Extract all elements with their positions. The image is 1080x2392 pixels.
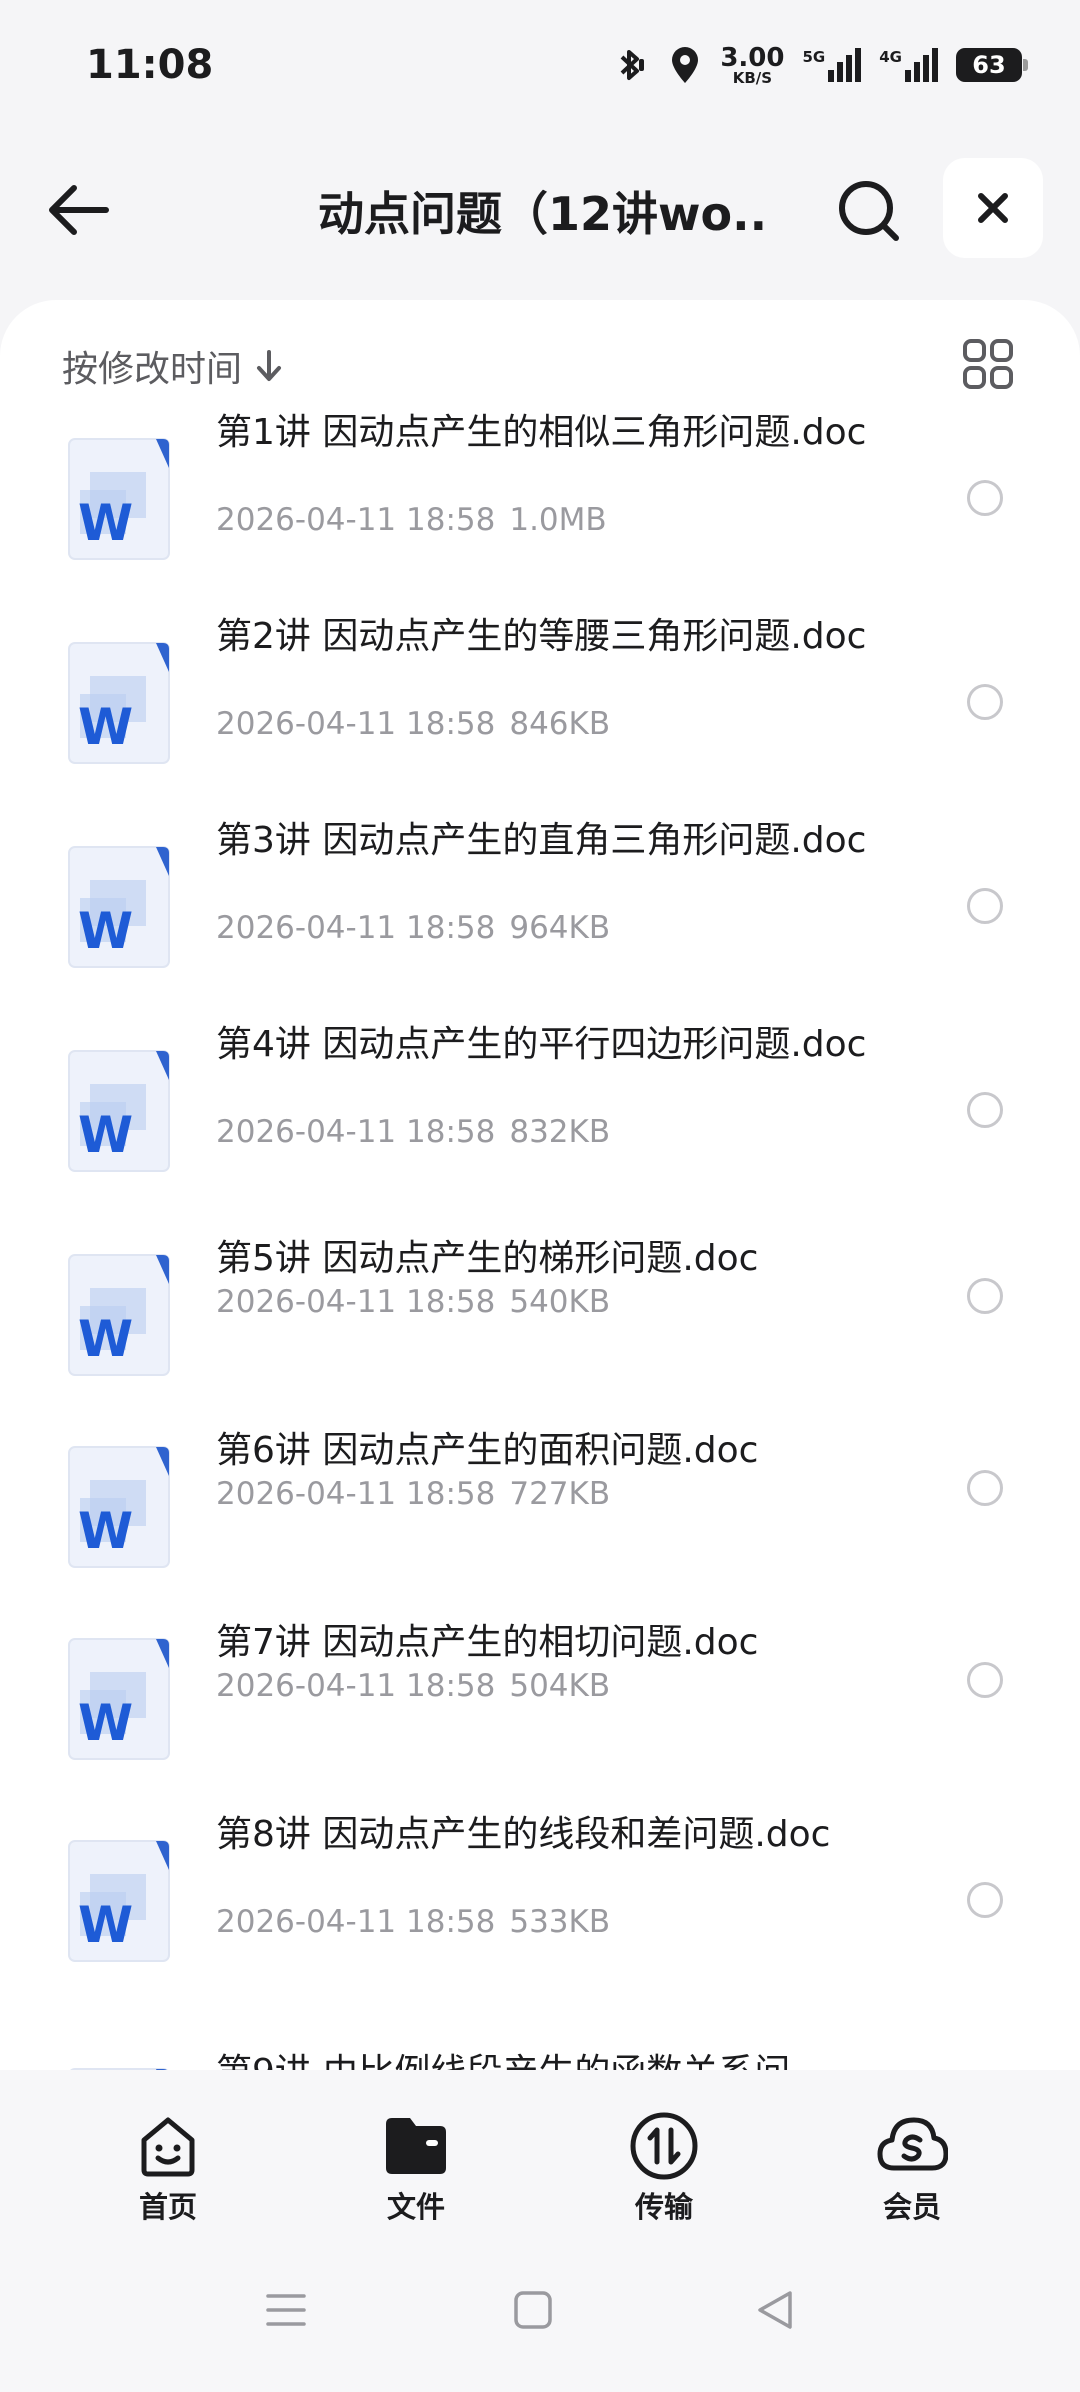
battery-indicator: 63 — [956, 48, 1028, 82]
file-date: 2026-04-11 18:58 — [216, 502, 496, 538]
file-size: 846KB — [509, 706, 611, 742]
search-icon[interactable] — [836, 178, 902, 244]
file-size: 727KB — [509, 1476, 611, 1512]
file-meta: 2026-04-11 18:58 533KB — [216, 1904, 610, 1940]
file-name: 第4讲 因动点产生的平行四边形问题.doc — [216, 1024, 867, 1065]
file-size: 832KB — [509, 1114, 611, 1150]
nav-vip[interactable]: 会员 — [842, 2110, 982, 2226]
word-document-icon: W — [68, 438, 170, 560]
file-type-letter: W — [78, 1896, 133, 1954]
word-document-icon: W — [68, 1446, 170, 1568]
file-name: 第3讲 因动点产生的直角三角形问题.doc — [216, 820, 867, 861]
signal-4g: 4G — [879, 48, 938, 82]
word-document-icon: W — [68, 1638, 170, 1760]
file-name: 第1讲 因动点产生的相似三角形问题.doc — [216, 412, 867, 453]
bottom-nav: 首页 文件 传输 会员 — [0, 2070, 1080, 2240]
word-document-icon: W — [68, 1840, 170, 1962]
status-icons: 3.00 KB/S 5G 4G 63 — [610, 45, 1028, 86]
signal-4g-label: 4G — [879, 48, 902, 66]
close-button[interactable] — [943, 158, 1043, 258]
file-meta: 2026-04-11 18:58 1.0MB — [216, 502, 607, 538]
nav-transfer[interactable]: 传输 — [594, 2110, 734, 2226]
file-meta: 2026-04-11 18:58 832KB — [216, 1114, 610, 1150]
file-type-letter: W — [78, 1310, 133, 1368]
select-radio[interactable] — [967, 888, 1003, 924]
file-date: 2026-04-11 18:58 — [216, 1476, 496, 1512]
file-type-letter: W — [78, 698, 133, 756]
select-radio[interactable] — [967, 684, 1003, 720]
nav-files[interactable]: 文件 — [346, 2110, 486, 2226]
close-icon — [978, 193, 1008, 223]
file-date: 2026-04-11 18:58 — [216, 1284, 496, 1320]
network-speed: 3.00 KB/S — [720, 45, 784, 86]
menu-icon[interactable] — [264, 2288, 308, 2332]
word-document-icon: W — [68, 642, 170, 764]
folder-icon — [386, 2118, 446, 2174]
select-radio[interactable] — [967, 1278, 1003, 1314]
signal-bars-icon — [828, 48, 862, 82]
nav-files-label: 文件 — [386, 2190, 445, 2224]
signal-bars-icon — [905, 48, 938, 82]
file-type-letter: W — [78, 1694, 133, 1752]
file-name: 第6讲 因动点产生的面积问题.doc — [216, 1430, 759, 1471]
file-size: 1.0MB — [509, 502, 607, 538]
file-date: 2026-04-11 18:58 — [216, 1668, 496, 1704]
file-name: 第5讲 因动点产生的梯形问题.doc — [216, 1238, 759, 1279]
file-meta: 2026-04-11 18:58 846KB — [216, 706, 610, 742]
status-time: 11:08 — [86, 42, 214, 88]
select-radio[interactable] — [967, 1882, 1003, 1918]
word-document-icon: W — [68, 1254, 170, 1376]
signal-5g-label: 5G — [802, 48, 826, 66]
nav-home[interactable]: 首页 — [98, 2110, 238, 2226]
nav-vip-label: 会员 — [882, 2190, 941, 2224]
grid-view-icon[interactable] — [962, 338, 1014, 390]
file-size: 540KB — [509, 1284, 611, 1320]
back-arrow-icon[interactable] — [46, 180, 112, 240]
file-date: 2026-04-11 18:58 — [216, 910, 496, 946]
arrow-down-icon — [257, 350, 282, 381]
file-date: 2026-04-11 18:58 — [216, 1114, 496, 1150]
sort-selector[interactable]: 按修改时间 — [62, 340, 284, 392]
word-document-icon: W — [68, 846, 170, 968]
select-radio[interactable] — [967, 1470, 1003, 1506]
file-list-panel: 按修改时间 W 第1讲 因动点产生的相似三角形问题.doc 2026-04-11 1… — [0, 300, 1080, 2080]
select-radio[interactable] — [967, 1092, 1003, 1128]
file-date: 2026-04-11 18:58 — [216, 706, 496, 742]
file-name: 第7讲 因动点产生的相切问题.doc — [216, 1622, 759, 1663]
speed-value: 3.00 — [720, 42, 785, 73]
file-type-letter: W — [78, 1502, 133, 1560]
page-title: 动点问题（12讲wo... — [318, 187, 768, 241]
file-size: 504KB — [509, 1668, 611, 1704]
file-size: 964KB — [509, 910, 611, 946]
file-meta: 2026-04-11 18:58 540KB — [216, 1284, 610, 1320]
home-face-icon — [141, 2117, 195, 2177]
status-bar: 11:08 3.00 KB/S 5G 4G 63 — [0, 0, 1080, 130]
file-meta: 2026-04-11 18:58 504KB — [216, 1668, 610, 1704]
file-type-letter: W — [78, 1106, 133, 1164]
file-type-letter: W — [78, 902, 133, 960]
nav-transfer-label: 传输 — [634, 2190, 693, 2224]
system-nav-bar — [0, 2240, 1080, 2392]
file-name: 第8讲 因动点产生的线段和差问题.doc — [216, 1814, 831, 1855]
word-document-icon: W — [68, 1050, 170, 1172]
home-square-icon[interactable] — [511, 2288, 555, 2332]
location-icon — [672, 47, 699, 83]
sort-label: 按修改时间 — [62, 349, 243, 390]
select-radio[interactable] — [967, 1662, 1003, 1698]
select-radio[interactable] — [967, 480, 1003, 516]
top-bar: 动点问题（12讲wo... — [0, 150, 1080, 270]
transfer-icon — [630, 2112, 698, 2180]
nav-home-label: 首页 — [138, 2190, 197, 2224]
file-type-letter: W — [78, 494, 133, 552]
file-meta: 2026-04-11 18:58 964KB — [216, 910, 610, 946]
file-meta: 2026-04-11 18:58 727KB — [216, 1476, 610, 1512]
file-date: 2026-04-11 18:58 — [216, 1904, 496, 1940]
bluetooth-icon — [620, 50, 645, 80]
back-triangle-icon[interactable] — [754, 2288, 798, 2332]
file-name: 第2讲 因动点产生的等腰三角形问题.doc — [216, 616, 867, 657]
signal-5g: 5G — [803, 48, 862, 82]
cloud-vip-icon — [877, 2117, 948, 2171]
file-size: 533KB — [509, 1904, 611, 1940]
speed-unit: KB/S — [732, 68, 773, 87]
